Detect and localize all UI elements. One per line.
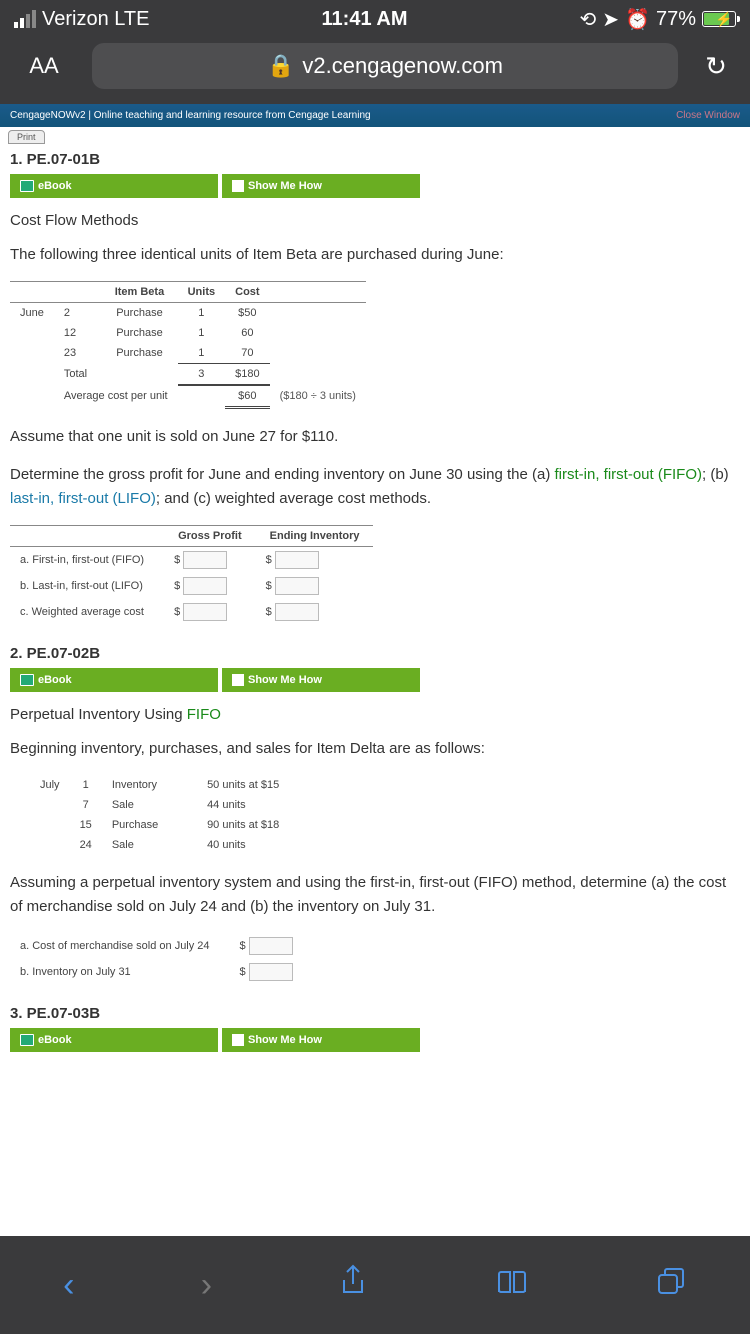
q2-a-input[interactable] [249,937,293,955]
close-window-link[interactable]: Close Window [676,110,740,121]
q1-determine: Determine the gross profit for June and … [0,459,750,521]
question-1-header: 1. PE.07-01B [0,145,750,170]
q1-title: Cost Flow Methods [0,208,750,239]
question-2-header: 2. PE.07-02B [0,639,750,664]
safari-toolbar: ‹ › [0,1236,750,1334]
address-bar: AA 🔒 v2.cengagenow.com ↻ [0,38,750,104]
q1-a-ei-input[interactable] [275,551,319,569]
col-units: Units [178,282,226,303]
carrier-text: Verizon LTE [42,8,149,31]
ebook-label: eBook [38,674,72,686]
book-icon [20,1034,34,1046]
table-row: a. First-in, first-out (FIFO)$ $ [10,547,373,574]
table-row: b. Last-in, first-out (LIFO)$ $ [10,573,373,599]
col-gross-profit: Gross Profit [164,526,256,547]
showme-label: Show Me How [248,1034,322,1046]
url-text: v2.cengagenow.com [302,53,503,79]
tabs-button[interactable] [655,1265,687,1306]
q1-assume: Assume that one unit is sold on June 27 … [0,421,750,459]
status-bar: Verizon LTE 11:41 AM ⟲ ➤ ⏰ 77% ⚡ [0,0,750,38]
table-row-avg: Average cost per unit$60($180 ÷ 3 units) [10,385,366,408]
location-icon: ➤ [602,7,619,32]
bookmarks-button[interactable] [495,1266,529,1305]
table-row: 24Sale40 units [30,835,289,855]
toolbar-q2: eBook Show Me How [10,668,420,692]
book-icon [20,180,34,192]
q1-answer-table: Gross ProfitEnding Inventory a. First-in… [10,525,373,625]
alarm-icon: ⏰ [625,7,650,32]
video-icon [232,674,244,686]
toolbar-q3: eBook Show Me How [10,1028,420,1052]
ebook-button[interactable]: eBook [10,174,220,198]
forward-button[interactable]: › [201,1266,212,1305]
page-content: CengageNOWv2 | Online teaching and learn… [0,104,750,1236]
q2-assume: Assuming a perpetual inventory system an… [0,867,750,929]
ebook-label: eBook [38,1034,72,1046]
show-me-how-button[interactable]: Show Me How [220,668,420,692]
q2-answer-table: a. Cost of merchandise sold on July 24$ … [10,933,303,985]
table-row: June2Purchase1$50 [10,303,366,324]
battery-icon: ⚡ [702,11,736,27]
table-row: July1Inventory50 units at $15 [30,775,289,795]
page-header-strip: CengageNOWv2 | Online teaching and learn… [0,104,750,127]
q1-intro: The following three identical units of I… [0,239,750,277]
ebook-label: eBook [38,180,72,192]
q1-c-gp-input[interactable] [183,603,227,621]
table-row: c. Weighted average cost$ $ [10,599,373,625]
show-me-how-button[interactable]: Show Me How [220,174,420,198]
print-tab[interactable]: Print [8,130,45,144]
col-item: Item Beta [101,282,177,303]
back-button[interactable]: ‹ [63,1266,74,1305]
table-row: b. Inventory on July 31$ [10,959,303,985]
table-row-total: Total3$180 [10,364,366,386]
ebook-button[interactable]: eBook [10,1028,220,1052]
table-row: 7Sale44 units [30,795,289,815]
battery-percent: 77% [656,8,696,31]
clock: 11:41 AM [149,8,579,31]
video-icon [232,180,244,192]
book-icon [20,674,34,686]
item-beta-table: Item BetaUnitsCost June2Purchase1$50 12P… [10,281,366,409]
toolbar-q1: eBook Show Me How [10,174,420,198]
item-delta-table: July1Inventory50 units at $15 7Sale44 un… [30,775,289,855]
q2-intro: Beginning inventory, purchases, and sale… [0,733,750,771]
question-3-header: 3. PE.07-03B [0,999,750,1024]
table-row: 12Purchase160 [10,323,366,343]
q2-b-input[interactable] [249,963,293,981]
q1-b-gp-input[interactable] [183,577,227,595]
ebook-button[interactable]: eBook [10,668,220,692]
q1-a-gp-input[interactable] [183,551,227,569]
table-row: 23Purchase170 [10,343,366,364]
signal-icon [14,10,36,28]
page-title: CengageNOWv2 | Online teaching and learn… [10,110,371,121]
table-row: 15Purchase90 units at $18 [30,815,289,835]
share-button[interactable] [338,1264,368,1307]
lock-icon: 🔒 [267,53,294,79]
show-me-how-button[interactable]: Show Me How [220,1028,420,1052]
video-icon [232,1034,244,1046]
table-row: a. Cost of merchandise sold on July 24$ [10,933,303,959]
reload-button[interactable]: ↻ [696,51,736,82]
q1-c-ei-input[interactable] [275,603,319,621]
url-field[interactable]: 🔒 v2.cengagenow.com [92,43,678,89]
q2-title: Perpetual Inventory Using FIFO [0,702,750,733]
showme-label: Show Me How [248,180,322,192]
showme-label: Show Me How [248,674,322,686]
text-size-button[interactable]: AA [14,53,74,79]
lock-rotation-icon: ⟲ [580,7,597,32]
q1-b-ei-input[interactable] [275,577,319,595]
col-ending-inv: Ending Inventory [256,526,374,547]
col-cost: Cost [225,282,269,303]
